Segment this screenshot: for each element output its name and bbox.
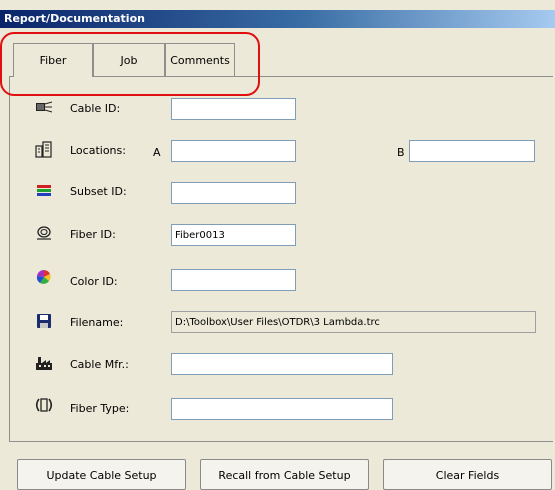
cable-mfr-input[interactable]	[171, 353, 393, 375]
location-b-label: B	[397, 146, 405, 159]
floppy-disk-icon	[37, 314, 51, 328]
tab-highlight-annotation	[0, 32, 260, 96]
color-id-input[interactable]	[171, 269, 296, 291]
subset-id-label: Subset ID:	[70, 185, 127, 198]
fiber-id-label: Fiber ID:	[70, 228, 116, 241]
factory-icon	[36, 357, 52, 370]
location-b-input[interactable]	[409, 140, 535, 162]
color-wheel-icon	[36, 269, 51, 284]
fiber-id-input[interactable]	[171, 224, 296, 246]
report-documentation-window: Report/Documentation Fiber Job Comments …	[0, 0, 555, 490]
fiber-type-input[interactable]	[171, 398, 393, 420]
fiber-type-icon	[35, 398, 53, 412]
fiber-panel	[9, 76, 553, 442]
update-cable-setup-button[interactable]: Update Cable Setup	[17, 459, 186, 490]
locations-label: Locations:	[70, 144, 126, 157]
location-a-input[interactable]	[171, 140, 296, 162]
color-id-label: Color ID:	[70, 275, 118, 288]
fiber-type-label: Fiber Type:	[70, 402, 130, 415]
building-icon	[35, 141, 52, 158]
location-a-label: A	[153, 146, 161, 159]
cable-mfr-label: Cable Mfr.:	[70, 358, 129, 371]
subset-icon	[37, 185, 51, 196]
cable-id-input[interactable]	[171, 98, 296, 120]
fiber-icon	[37, 226, 51, 240]
recall-from-cable-setup-button[interactable]: Recall from Cable Setup	[200, 459, 369, 490]
cable-icon	[36, 101, 53, 113]
cable-id-label: Cable ID:	[70, 102, 121, 115]
subset-id-input[interactable]	[171, 182, 296, 204]
filename-label: Filename:	[70, 316, 124, 329]
window-title: Report/Documentation	[0, 10, 555, 28]
clear-fields-button[interactable]: Clear Fields	[383, 459, 552, 490]
filename-field	[171, 311, 536, 333]
